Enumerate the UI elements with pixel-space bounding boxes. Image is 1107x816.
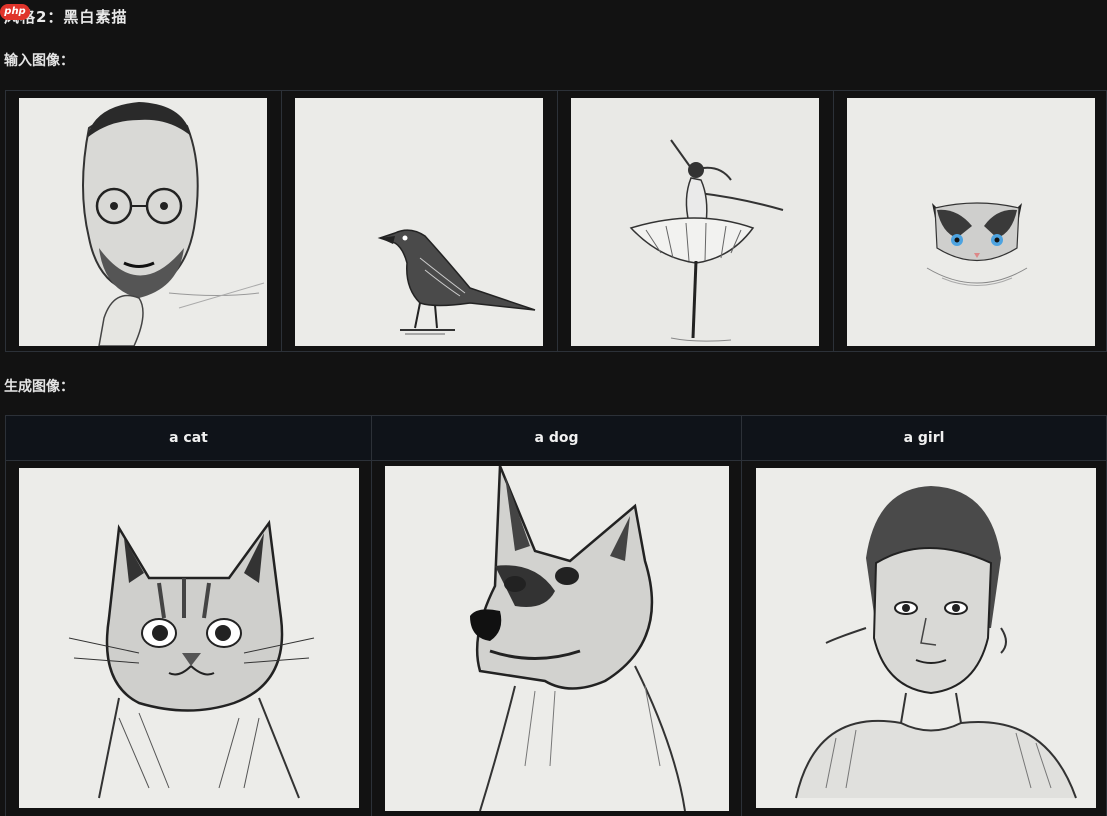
column-header-cat: a cat: [6, 416, 372, 460]
generated-cell-cat: [6, 461, 372, 816]
input-image-cat[interactable]: [847, 98, 1095, 346]
input-image-man-portrait[interactable]: [19, 98, 267, 346]
generated-table-row: [6, 461, 1107, 816]
page: php 风格2：黑白素描 输入图像： 生成图像： a cat a dog a g…: [0, 0, 1107, 816]
generated-table-header: a cat a dog a girl: [6, 416, 1107, 461]
input-cell-2: [282, 91, 558, 351]
input-image-crow[interactable]: [295, 98, 543, 346]
php-logo[interactable]: php: [0, 4, 30, 20]
generated-image-dog[interactable]: [385, 466, 729, 811]
input-cell-3: [558, 91, 834, 351]
generated-image-cat[interactable]: [19, 468, 359, 808]
column-header-dog: a dog: [372, 416, 742, 460]
generated-images-table: a cat a dog a girl: [5, 415, 1107, 816]
input-images-label: 输入图像：: [4, 53, 74, 69]
generated-cell-girl: [742, 461, 1107, 816]
generated-image-girl[interactable]: [756, 468, 1096, 808]
generated-images-label: 生成图像：: [4, 379, 74, 395]
input-cell-4: [834, 91, 1107, 351]
input-image-ballerina[interactable]: [571, 98, 819, 346]
input-images-table: [5, 90, 1107, 352]
generated-cell-dog: [372, 461, 742, 816]
column-header-girl: a girl: [742, 416, 1107, 460]
input-cell-1: [6, 91, 282, 351]
